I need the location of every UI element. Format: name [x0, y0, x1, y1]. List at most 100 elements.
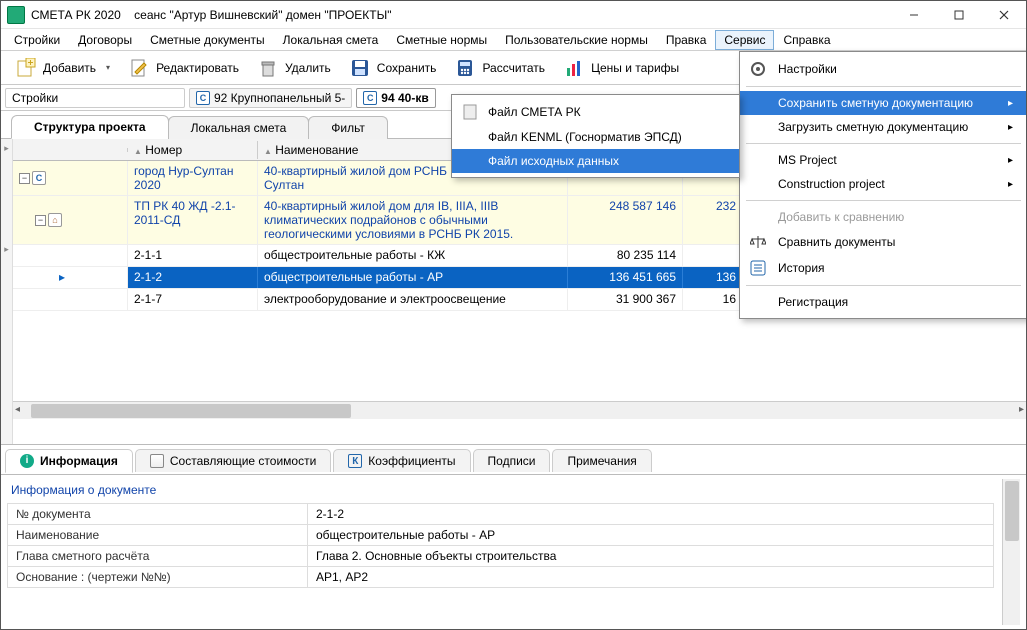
menu-smet-doc[interactable]: Сметные документы	[141, 30, 274, 50]
edit-label: Редактировать	[156, 61, 239, 75]
chevron-right-icon: ▸	[1008, 122, 1013, 133]
home-icon: ⌂	[48, 213, 62, 227]
info-key: № документа	[8, 504, 308, 524]
breadcrumb-root[interactable]: Стройки	[5, 88, 185, 108]
add-button[interactable]: Добавить ▾	[7, 54, 118, 82]
prices-label: Цены и тарифы	[591, 61, 679, 75]
calculator-icon	[454, 57, 476, 79]
file-icon	[462, 104, 478, 120]
tab-structure[interactable]: Структура проекта	[11, 115, 169, 139]
doc-c-icon: C	[196, 91, 210, 105]
menu-load-doc[interactable]: Загрузить сметную документацию ▸	[740, 115, 1027, 139]
menu-service[interactable]: Сервис	[715, 30, 774, 50]
btab-coeff-label: Коэффициенты	[368, 454, 455, 468]
doc-tab-94[interactable]: C 94 40-кв	[356, 88, 435, 108]
menu-stroyki[interactable]: Стройки	[5, 30, 69, 50]
col-tree[interactable]	[13, 148, 128, 152]
submenu-kenml-label: Файл KENML (Госнорматив ЭПСД)	[488, 130, 682, 144]
menu-history-label: История	[778, 261, 825, 275]
add-label: Добавить	[43, 61, 96, 75]
left-splitter[interactable]: ▸ ▸	[1, 139, 13, 444]
cell-number: ТП РК 40 ЖД -2.1-2011-СД	[128, 196, 258, 244]
menu-norms[interactable]: Сметные нормы	[387, 30, 496, 50]
menu-save-doc[interactable]: Сохранить сметную документацию ▸	[740, 91, 1027, 115]
submenu-smeta[interactable]: Файл СМЕТА РК	[452, 99, 739, 125]
btab-signs[interactable]: Подписи	[473, 449, 551, 472]
collapse-icon[interactable]: −	[35, 215, 46, 226]
cell-number: 2-1-7	[128, 289, 258, 310]
menu-pravka[interactable]: Правка	[657, 30, 716, 50]
btab-components-label: Составляющие стоимости	[170, 454, 316, 468]
menu-help[interactable]: Справка	[774, 30, 839, 50]
edit-icon	[128, 57, 150, 79]
collapse-icon[interactable]: −	[19, 173, 30, 184]
info-row: № документа 2-1-2	[7, 503, 994, 524]
info-key: Основание : (чертежи №№)	[8, 567, 308, 587]
col-name-label: Наименование	[275, 143, 358, 157]
scale-icon	[748, 234, 768, 250]
menu-msproject-label: MS Project	[778, 153, 837, 167]
close-button[interactable]	[981, 1, 1026, 29]
cell-name: общестроительные работы - АР	[258, 267, 568, 288]
menu-settings-label: Настройки	[778, 62, 837, 76]
menu-add-compare: Добавить к сравнению	[740, 205, 1027, 229]
btab-notes[interactable]: Примечания	[552, 449, 651, 472]
chevron-right-icon: ▸	[1008, 155, 1013, 166]
breadcrumb-root-label: Стройки	[12, 91, 58, 105]
app-name: СМЕТА РК 2020	[31, 8, 121, 22]
col-number[interactable]: ▲ Номер	[128, 141, 258, 159]
btab-components[interactable]: Составляющие стоимости	[135, 449, 331, 472]
prices-button[interactable]: Цены и тарифы	[555, 54, 687, 82]
menu-history[interactable]: История	[740, 255, 1027, 281]
submenu-kenml[interactable]: Файл KENML (Госнорматив ЭПСД)	[452, 125, 739, 149]
menu-load-doc-label: Загрузить сметную документацию	[778, 120, 968, 134]
menu-add-compare-label: Добавить к сравнению	[778, 210, 904, 224]
submenu-smeta-label: Файл СМЕТА РК	[488, 105, 581, 119]
menubar: Стройки Договоры Сметные документы Локал…	[1, 29, 1026, 51]
menu-msproject[interactable]: MS Project ▸	[740, 148, 1027, 172]
chart-icon	[563, 57, 585, 79]
submenu-source[interactable]: Файл исходных данных	[452, 149, 739, 173]
cell-name: электрооборудование и электроосвещение	[258, 289, 568, 310]
bottom-tabs: i Информация Составляющие стоимости К Ко…	[1, 445, 1026, 475]
info-value: 2-1-2	[308, 504, 993, 524]
calc-button[interactable]: Рассчитать	[446, 54, 553, 82]
chevron-down-icon: ▾	[106, 63, 110, 72]
info-value: общестроительные работы - АР	[308, 525, 993, 545]
menu-dogovory[interactable]: Договоры	[69, 30, 141, 50]
menu-settings[interactable]: Настройки	[740, 56, 1027, 82]
edit-button[interactable]: Редактировать	[120, 54, 247, 82]
chevron-right-icon: ▸	[1008, 179, 1013, 190]
gear-icon	[748, 61, 768, 77]
horizontal-scrollbar[interactable]: ◂ ▸	[13, 401, 1026, 419]
cell-number: город Нур-Султан 2020	[128, 161, 258, 195]
menu-user-norms[interactable]: Пользовательские нормы	[496, 30, 657, 50]
tab-local-est[interactable]: Локальная смета	[168, 116, 310, 139]
btab-coeff[interactable]: К Коэффициенты	[333, 449, 470, 472]
menu-compare[interactable]: Сравнить документы	[740, 229, 1027, 255]
maximize-button[interactable]	[936, 1, 981, 29]
menu-local[interactable]: Локальная смета	[274, 30, 388, 50]
doc-c-icon: C	[363, 91, 377, 105]
save-button[interactable]: Сохранить	[341, 54, 445, 82]
session-info: сеанс "Артур Вишневский" домен "ПРОЕКТЫ"	[134, 8, 391, 22]
delete-label: Удалить	[285, 61, 331, 75]
btab-info[interactable]: i Информация	[5, 449, 133, 473]
cell-v1: 136 451 665	[568, 267, 683, 288]
menu-register[interactable]: Регистрация	[740, 290, 1027, 314]
window-title: СМЕТА РК 2020 сеанс "Артур Вишневский" д…	[31, 8, 392, 22]
delete-button[interactable]: Удалить	[249, 54, 339, 82]
minimize-button[interactable]	[891, 1, 936, 29]
tab-filter[interactable]: Фильт	[308, 116, 388, 139]
vertical-scrollbar[interactable]	[1002, 479, 1020, 625]
doc-tab-92[interactable]: C 92 Крупнопанельный 5-	[189, 88, 352, 108]
save-doc-submenu: Файл СМЕТА РК Файл KENML (Госнорматив ЭП…	[451, 94, 740, 178]
info-row: Основание : (чертежи №№) АР1, АР2	[7, 566, 994, 588]
chevron-right-icon: ▸	[1008, 98, 1013, 109]
col-number-label: Номер	[145, 143, 182, 157]
btab-info-label: Информация	[40, 454, 118, 468]
btab-signs-label: Подписи	[488, 454, 536, 468]
menu-construction-label: Construction project	[778, 177, 885, 191]
info-key: Наименование	[8, 525, 308, 545]
menu-construction[interactable]: Construction project ▸	[740, 172, 1027, 196]
